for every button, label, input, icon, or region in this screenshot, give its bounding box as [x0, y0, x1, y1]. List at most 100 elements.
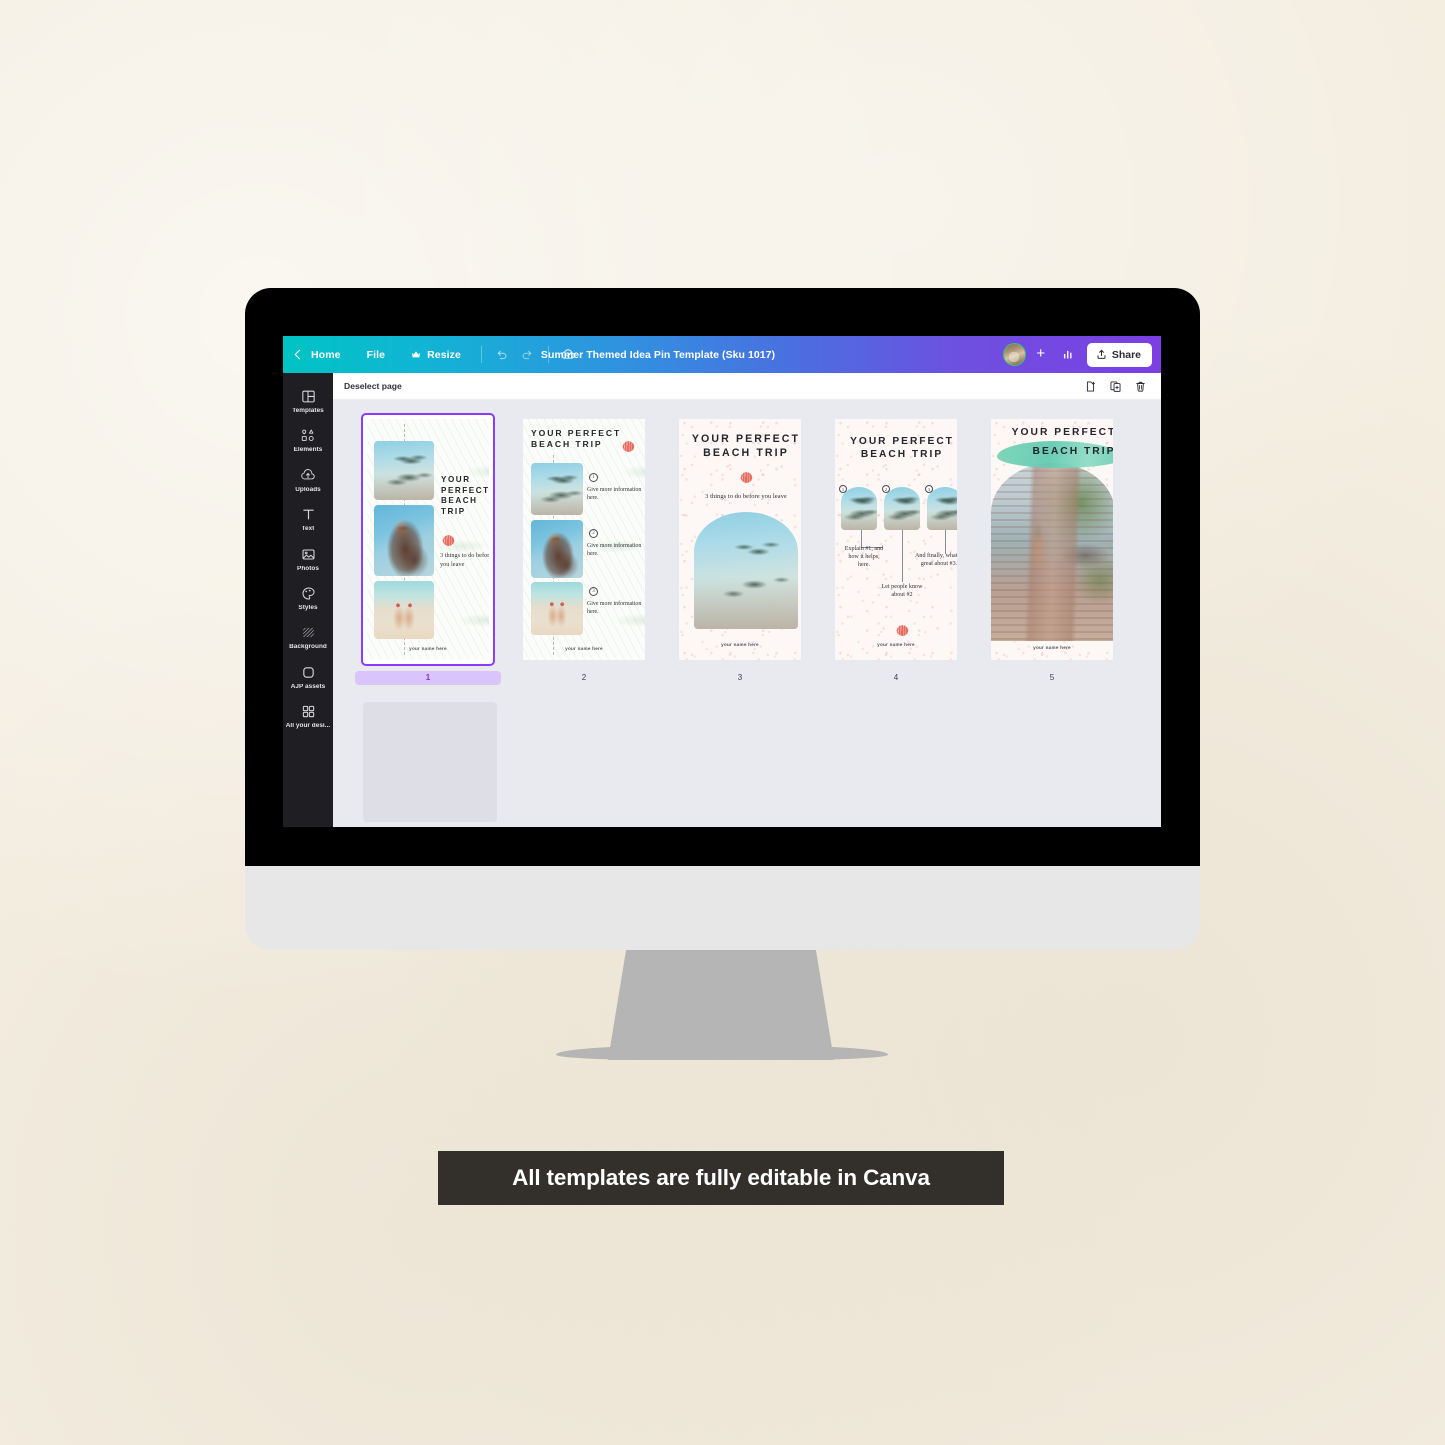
crown-icon [411, 350, 421, 359]
home-button[interactable]: Home [294, 349, 354, 361]
template-subtitle-1: 3 things to do before you leave [440, 552, 489, 568]
sidebar-label-photos: Photos [297, 565, 319, 572]
template-title-5-line2: BEACH TRIP [1032, 446, 1113, 457]
topbar-right-group: + Share [1002, 342, 1152, 368]
photo-palms [374, 441, 434, 500]
upload-icon [1096, 349, 1107, 360]
sidebar-label-background: Background [289, 644, 327, 651]
photo-palms-arch [694, 512, 798, 629]
photo-palms-arch-2 [884, 487, 920, 530]
step-number-3: 3 [925, 485, 933, 493]
app-topbar: Home File Resize Summer Themed Idea Pin … [283, 336, 1161, 373]
page-card-2: YOUR PERFECT BEACH TRIP 1 Give more info… [523, 419, 645, 660]
photo-palms-arch-1 [841, 487, 877, 530]
empty-page-placeholder[interactable] [363, 702, 497, 822]
step-number-2: 2 [882, 485, 890, 493]
redo-icon [521, 348, 534, 361]
template-subtitle-3: 3 things to do before you leave [705, 493, 787, 500]
left-sidebar: Templates Elements Uploads Text Photos S… [283, 373, 333, 827]
template-title-4: YOUR PERFECT BEACH TRIP [850, 436, 954, 461]
photo-palms-arch-3 [927, 487, 957, 530]
step-number-3: 3 [589, 587, 598, 596]
elements-icon [300, 427, 316, 444]
bar-chart-icon [1062, 348, 1075, 361]
sidebar-item-text[interactable]: Text [283, 499, 333, 538]
sidebar-label-ajp-assets: AJP assets [290, 683, 326, 690]
sidebar-item-templates[interactable]: Templates [283, 381, 333, 420]
page-number-3: 3 [737, 673, 743, 682]
template-footer-5: your name here [1033, 645, 1071, 650]
sidebar-item-background[interactable]: Background [283, 617, 333, 656]
sidebar-label-all-your-designs: All your desi... [285, 723, 331, 730]
sidebar-label-elements: Elements [293, 447, 323, 454]
template-footer-3: your name here [721, 642, 759, 647]
page-frame-4: YOUR PERFECT BEACH TRIP 1 2 3 Explain #1… [829, 413, 963, 666]
share-button[interactable]: Share [1086, 342, 1152, 367]
topbar-left-group: Home File Resize [294, 342, 582, 368]
trash-icon[interactable] [1134, 380, 1147, 393]
sidebar-label-styles: Styles [298, 605, 318, 612]
template-footer-2: your name here [565, 646, 603, 651]
chevron-left-icon [294, 349, 305, 360]
sidebar-item-photos[interactable]: Photos [283, 539, 333, 578]
connector-3 [945, 530, 946, 554]
step-number-1: 1 [589, 473, 598, 482]
upload-cloud-icon [300, 467, 316, 484]
template-2: YOUR PERFECT BEACH TRIP 1 Give more info… [523, 419, 645, 660]
sidebar-item-styles[interactable]: Styles [283, 578, 333, 617]
sidebar-item-all-your-designs[interactable]: All your desi... [283, 696, 333, 735]
page-thumbnail-2[interactable]: YOUR PERFECT BEACH TRIP 1 Give more info… [517, 413, 651, 685]
document-title[interactable]: Summer Themed Idea Pin Template (Sku 101… [541, 349, 775, 361]
photo-dock [991, 463, 1113, 641]
template-3: YOUR PERFECT BEACH TRIP 3 things to do b… [679, 419, 801, 660]
page-number-4: 4 [893, 673, 899, 682]
sidebar-item-ajp-assets[interactable]: AJP assets [283, 657, 333, 696]
page-tools-group [1084, 380, 1147, 393]
undo-button[interactable] [489, 342, 515, 368]
sidebar-item-uploads[interactable]: Uploads [283, 460, 333, 499]
photo-icon [301, 546, 316, 563]
step-text-3: And finally, what is great about #3. [915, 553, 957, 568]
step-number-2: 2 [589, 529, 598, 538]
page-frame-3: YOUR PERFECT BEACH TRIP 3 things to do b… [673, 413, 807, 666]
page-frame-5: YOUR PERFECT BEACH TRIP your name here [985, 413, 1119, 666]
page-card-1: YOUR PERFECT BEACH TRIP 3 things to do b… [367, 419, 489, 660]
redo-button[interactable] [515, 342, 541, 368]
template-1: YOUR PERFECT BEACH TRIP 3 things to do b… [367, 419, 489, 660]
caption-text: All templates are fully editable in Canv… [512, 1165, 930, 1190]
step-text-3: Give more information here. [587, 601, 642, 615]
avatar[interactable] [1002, 343, 1026, 366]
page-card-4: YOUR PERFECT BEACH TRIP 1 2 3 Explain #1… [835, 419, 957, 660]
add-collaborator-button[interactable]: + [1031, 345, 1051, 365]
sidebar-label-templates: Templates [292, 408, 324, 414]
resize-label: Resize [427, 348, 461, 361]
canva-app-screen: Home File Resize Summer Themed Idea Pin … [283, 336, 1161, 827]
page-thumbnail-1[interactable]: YOUR PERFECT BEACH TRIP 3 things to do b… [355, 413, 501, 685]
template-5: YOUR PERFECT BEACH TRIP your name here [991, 419, 1113, 660]
file-menu-button[interactable]: File [354, 349, 399, 361]
page-thumbnail-5[interactable]: YOUR PERFECT BEACH TRIP your name here 5 [985, 413, 1119, 685]
template-title-5-line1: YOUR PERFECT [1011, 427, 1113, 438]
home-label: Home [311, 348, 341, 361]
deselect-page-button[interactable]: Deselect page [344, 381, 402, 391]
page-thumbnail-4[interactable]: YOUR PERFECT BEACH TRIP 1 2 3 Explain #1… [829, 413, 963, 685]
caption-banner: All templates are fully editable in Canv… [438, 1151, 1004, 1205]
sidebar-item-elements[interactable]: Elements [283, 420, 333, 459]
template-title-1: YOUR PERFECT BEACH TRIP [441, 475, 489, 517]
insights-button[interactable] [1056, 342, 1082, 368]
grid-icon [301, 703, 316, 720]
photo-feet [531, 582, 583, 635]
template-footer-4: your name here [877, 642, 915, 647]
add-page-icon[interactable] [1084, 380, 1097, 393]
duplicate-page-icon[interactable] [1109, 380, 1122, 393]
step-text-1: Explain #1, and how it helps, here. [844, 546, 884, 569]
step-text-1: Give more information here. [587, 487, 642, 501]
file-label: File [366, 348, 386, 361]
page-number-5: 5 [1049, 673, 1055, 682]
resize-button[interactable]: Resize [398, 349, 474, 361]
page-frame-2: YOUR PERFECT BEACH TRIP 1 Give more info… [517, 413, 651, 666]
page-card-5: YOUR PERFECT BEACH TRIP your name here [991, 419, 1113, 660]
monitor: Home File Resize Summer Themed Idea Pin … [245, 288, 1200, 950]
page-thumbnail-3[interactable]: YOUR PERFECT BEACH TRIP 3 things to do b… [673, 413, 807, 685]
canvas-column: Deselect page YOUR PERFECT BEACH TRIP 3 … [333, 373, 1161, 827]
